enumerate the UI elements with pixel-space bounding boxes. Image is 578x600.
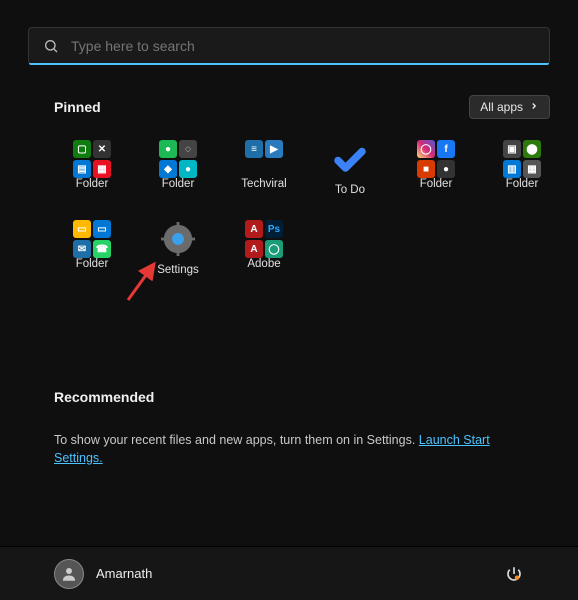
tile-label: Folder	[420, 178, 453, 190]
recommended-text: To show your recent files and new apps, …	[54, 432, 538, 467]
folder-icon: A Ps A ◯	[245, 220, 283, 258]
pinned-item-adobe[interactable]: A Ps A ◯ Adobe	[226, 220, 302, 276]
pinned-title: Pinned	[54, 99, 101, 115]
folder-icon: ◯ f ■ ●	[417, 140, 455, 178]
search-box[interactable]	[28, 27, 550, 65]
pinned-item-todo[interactable]: To Do	[312, 140, 388, 196]
recommended-message: To show your recent files and new apps, …	[54, 433, 419, 447]
bottom-bar: Amarnath	[0, 546, 578, 600]
gear-icon	[159, 220, 197, 258]
chevron-right-icon	[529, 100, 539, 114]
tile-label: Settings	[157, 264, 199, 276]
pinned-item-folder-3[interactable]: ◯ f ■ ● Folder	[398, 140, 474, 196]
pinned-item-folder-5[interactable]: ▭ ▭ ✉ ☎ Folder	[54, 220, 130, 276]
pinned-item-settings[interactable]: Settings	[140, 220, 216, 276]
folder-icon: ▣ ⬤ ▥ ▦	[503, 140, 541, 178]
pinned-item-techviral[interactable]: ≡ ▶ Techviral	[226, 140, 302, 196]
start-menu: Pinned All apps ▢ ✕ ▤ ▦ Folder	[0, 0, 578, 600]
user-name: Amarnath	[96, 566, 152, 581]
recommended-title: Recommended	[54, 389, 154, 405]
search-icon	[43, 38, 59, 54]
todo-icon	[331, 140, 369, 178]
pinned-item-folder-1[interactable]: ▢ ✕ ▤ ▦ Folder	[54, 140, 130, 196]
folder-icon: ▢ ✕ ▤ ▦	[73, 140, 111, 178]
tile-label: Folder	[506, 178, 539, 190]
folder-icon: ● ◌ ◆ ●	[159, 140, 197, 178]
app-icon: ≡ ▶	[245, 140, 283, 178]
pinned-section: Pinned All apps ▢ ✕ ▤ ▦ Folder	[54, 92, 550, 276]
tile-label: Techviral	[241, 178, 286, 190]
all-apps-label: All apps	[480, 100, 523, 114]
all-apps-button[interactable]: All apps	[469, 95, 550, 119]
recommended-section: Recommended To show your recent files an…	[54, 382, 538, 467]
pinned-item-folder-2[interactable]: ● ◌ ◆ ● Folder	[140, 140, 216, 196]
tile-label: Folder	[162, 178, 195, 190]
tile-label: To Do	[335, 184, 365, 196]
pinned-item-folder-4[interactable]: ▣ ⬤ ▥ ▦ Folder	[484, 140, 560, 196]
search-input[interactable]	[69, 37, 535, 55]
tile-label: Folder	[76, 178, 109, 190]
pinned-grid: ▢ ✕ ▤ ▦ Folder ● ◌ ◆ ● Folder	[54, 140, 550, 276]
avatar-icon	[54, 559, 84, 589]
tile-label: Adobe	[247, 258, 280, 270]
user-account-button[interactable]: Amarnath	[54, 559, 152, 589]
power-button[interactable]	[504, 564, 524, 584]
folder-icon: ▭ ▭ ✉ ☎	[73, 220, 111, 258]
tile-label: Folder	[76, 258, 109, 270]
